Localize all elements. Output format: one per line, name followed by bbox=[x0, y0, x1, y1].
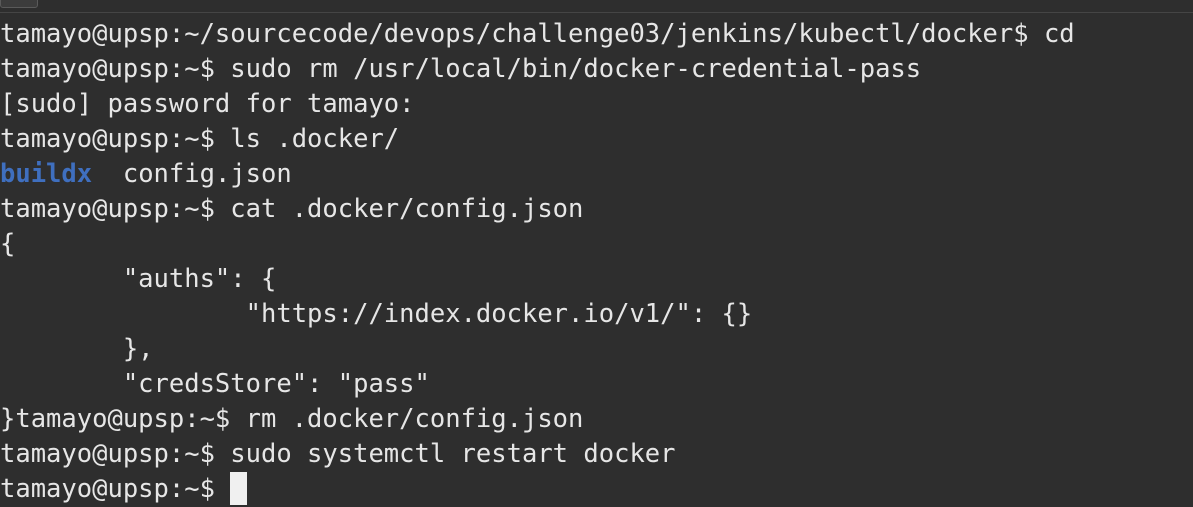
ls-output-line: buildx config.json bbox=[0, 157, 1075, 192]
current-prompt-line[interactable]: tamayo@upsp:~$ bbox=[0, 472, 1075, 507]
terminal-line: "credsStore": "pass" bbox=[0, 369, 430, 399]
window-top-border bbox=[0, 12, 1193, 13]
terminal-line: "auths": { bbox=[0, 264, 277, 294]
terminal-line: "https://index.docker.io/v1/": {} bbox=[0, 299, 753, 329]
terminal-line: { bbox=[0, 229, 16, 259]
terminal-line: }, bbox=[0, 334, 154, 364]
terminal-line: tamayo@upsp:~/sourcecode/devops/challeng… bbox=[0, 19, 1075, 49]
terminal-window[interactable]: tamayo@upsp:~/sourcecode/devops/challeng… bbox=[0, 0, 1193, 507]
terminal-line: [sudo] password for tamayo: bbox=[0, 89, 415, 119]
file-entry: config.json bbox=[122, 159, 292, 189]
terminal-line: }tamayo@upsp:~$ rm .docker/config.json bbox=[0, 404, 584, 434]
terminal-line: tamayo@upsp:~$ cat .docker/config.json bbox=[0, 194, 584, 224]
prompt: tamayo@upsp:~$ bbox=[0, 474, 231, 504]
window-tab[interactable] bbox=[0, 0, 38, 8]
terminal-line: tamayo@upsp:~$ sudo rm /usr/local/bin/do… bbox=[0, 54, 922, 84]
ls-separator bbox=[92, 159, 123, 189]
text-cursor[interactable] bbox=[230, 472, 248, 505]
terminal-line: tamayo@upsp:~$ ls .docker/ bbox=[0, 124, 400, 154]
terminal-output: tamayo@upsp:~/sourcecode/devops/challeng… bbox=[0, 17, 1075, 507]
terminal-line: tamayo@upsp:~$ sudo systemctl restart do… bbox=[0, 439, 676, 469]
directory-entry: buildx bbox=[0, 159, 93, 189]
